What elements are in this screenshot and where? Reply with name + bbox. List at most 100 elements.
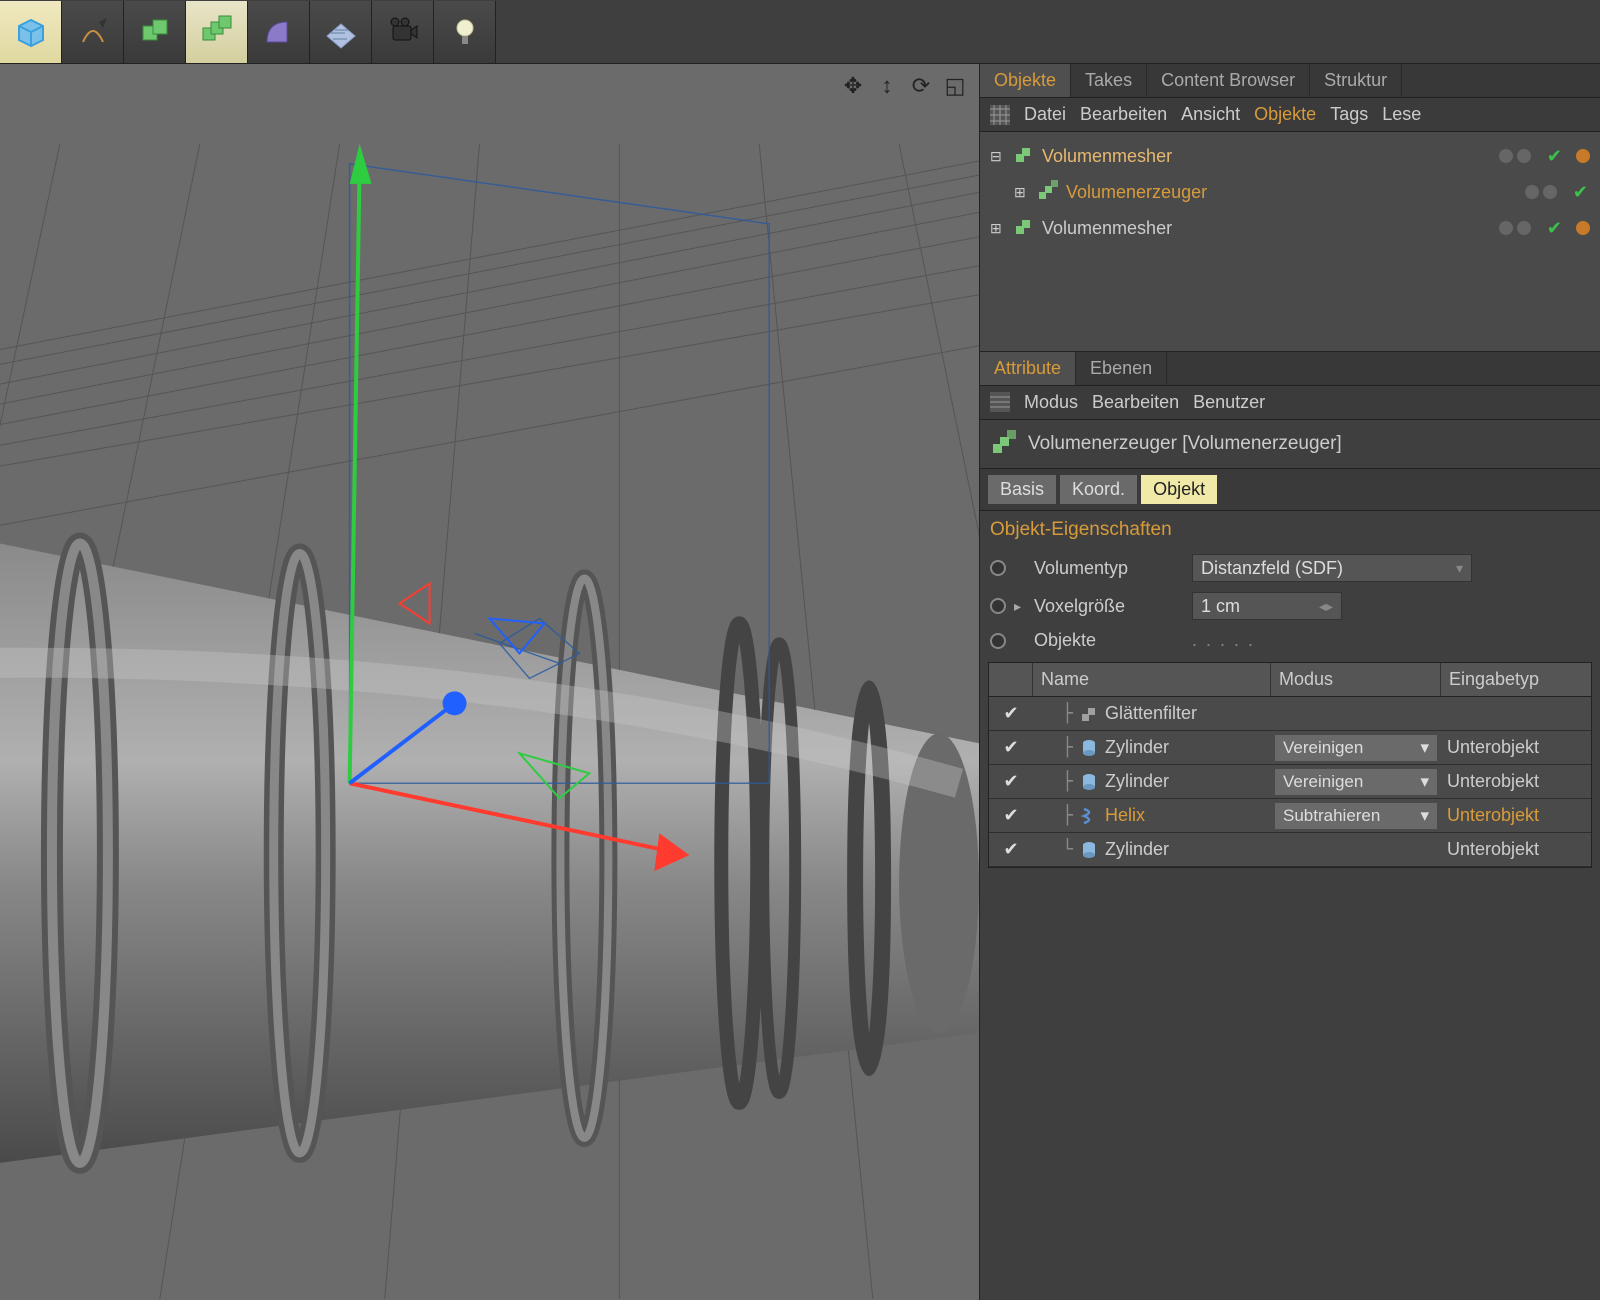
3d-viewport[interactable]: ✥ ↕ ⟳ ◱ [0, 64, 980, 1300]
col-modus[interactable]: Modus [1271, 663, 1441, 696]
volume-mesher-icon [1012, 144, 1036, 168]
menu-lese[interactable]: Lese [1382, 104, 1421, 125]
tree-row-volumenmesher-1[interactable]: ⊟ Volumenmesher ✔ [984, 138, 1596, 174]
attribute-panel: Attribute Ebenen Modus Bearbeiten Benutz… [980, 352, 1600, 1300]
more-dots-icon: . . . . . [1192, 630, 1255, 651]
table-row[interactable]: ✔ ├ Zylinder Vereinigen▾ Unterobjekt [989, 765, 1591, 799]
table-row[interactable]: ✔ ├ Glättenfilter [989, 697, 1591, 731]
volume-builder-icon [1036, 180, 1060, 204]
menu-bearbeiten[interactable]: Bearbeiten [1080, 104, 1167, 125]
right-panel: Objekte Takes Content Browser Struktur D… [980, 64, 1600, 1300]
mode-dropdown[interactable]: Vereinigen▾ [1275, 769, 1437, 795]
tool-camera[interactable] [372, 1, 434, 63]
sect-basis[interactable]: Basis [988, 475, 1056, 504]
col-name[interactable]: Name [1033, 663, 1271, 696]
object-title: Volumenerzeuger [Volumenerzeuger] [1028, 433, 1342, 455]
attr-bearbeiten[interactable]: Bearbeiten [1092, 392, 1179, 413]
tool-array-2[interactable] [186, 1, 248, 63]
tree-row-volumenerzeuger[interactable]: ⊞ Volumenerzeuger ✔ [984, 174, 1596, 210]
prop-volumentyp: Volumentyp Distanzfeld (SDF)▾ [980, 549, 1600, 587]
tool-floor[interactable] [310, 1, 372, 63]
vp-maximize-icon[interactable]: ◱ [941, 72, 969, 100]
cylinder-icon [1079, 772, 1099, 792]
attr-tabs: Attribute Ebenen [980, 352, 1600, 386]
top-toolbar [0, 0, 1600, 64]
section-tabs: Basis Koord. Objekt [980, 469, 1600, 511]
hatch-icon [990, 105, 1010, 125]
tab-struktur[interactable]: Struktur [1310, 64, 1402, 97]
viewport-controls: ✥ ↕ ⟳ ◱ [839, 72, 969, 100]
menu-ansicht[interactable]: Ansicht [1181, 104, 1240, 125]
helix-icon [1079, 806, 1099, 826]
tool-light[interactable] [434, 1, 496, 63]
menu-objekte[interactable]: Objekte [1254, 104, 1316, 125]
attr-submenu: Modus Bearbeiten Benutzer [980, 386, 1600, 420]
tab-objekte[interactable]: Objekte [980, 64, 1071, 97]
tab-content-browser[interactable]: Content Browser [1147, 64, 1310, 97]
vp-rotate-icon[interactable]: ⟳ [907, 72, 935, 100]
prop-label: Objekte [1034, 630, 1184, 651]
panel-tabs: Objekte Takes Content Browser Struktur [980, 64, 1600, 98]
sect-koord[interactable]: Koord. [1060, 475, 1137, 504]
tab-takes[interactable]: Takes [1071, 64, 1147, 97]
tree-label[interactable]: Volumenerzeuger [1066, 182, 1207, 203]
table-row[interactable]: ✔ ├ Zylinder Vereinigen▾ Unterobjekt [989, 731, 1591, 765]
prop-label: Voxelgröße [1034, 596, 1184, 617]
mode-dropdown[interactable]: Subtrahieren▾ [1275, 803, 1437, 829]
tree-label[interactable]: Volumenmesher [1042, 218, 1172, 239]
prop-voxelgroesse: ▸ Voxelgröße 1 cm◂▸ [980, 587, 1600, 625]
row-check-icon[interactable]: ✔ [1003, 737, 1018, 758]
voxel-input[interactable]: 1 cm◂▸ [1192, 592, 1342, 620]
volume-builder-icon [990, 430, 1018, 458]
table-header: Name Modus Eingabetyp [989, 663, 1591, 697]
vp-move-icon[interactable]: ✥ [839, 72, 867, 100]
table-row[interactable]: ✔ └ Zylinder Unterobjekt [989, 833, 1591, 867]
col-eingabetyp[interactable]: Eingabetyp [1441, 663, 1591, 696]
section-title: Objekt-Eigenschaften [980, 511, 1600, 549]
disclosure-icon[interactable]: ▸ [1014, 598, 1026, 615]
anim-radio[interactable] [990, 633, 1006, 649]
vp-zoom-icon[interactable]: ↕ [873, 72, 901, 100]
tree-label[interactable]: Volumenmesher [1042, 146, 1172, 167]
object-menu: Datei Bearbeiten Ansicht Objekte Tags Le… [980, 98, 1600, 132]
row-check-icon[interactable]: ✔ [1003, 771, 1018, 792]
menu-tags[interactable]: Tags [1330, 104, 1368, 125]
tool-array[interactable] [124, 1, 186, 63]
material-tag-icon[interactable] [1576, 221, 1590, 235]
attr-benutzer[interactable]: Benutzer [1193, 392, 1265, 413]
row-check-icon[interactable]: ✔ [1003, 805, 1018, 826]
row-check-icon[interactable]: ✔ [1003, 703, 1018, 724]
tree-row-volumenmesher-2[interactable]: ⊞ Volumenmesher ✔ [984, 210, 1596, 246]
hatch-icon [990, 392, 1010, 412]
mode-dropdown[interactable]: Vereinigen▾ [1275, 735, 1437, 761]
visibility-check-icon[interactable]: ✔ [1573, 182, 1588, 203]
tool-bevel[interactable] [248, 1, 310, 63]
viewport-render [0, 64, 979, 1299]
table-row[interactable]: ✔ ├ Helix Subtrahieren▾ Unterobjekt [989, 799, 1591, 833]
attr-modus[interactable]: Modus [1024, 392, 1078, 413]
tab-attribute[interactable]: Attribute [980, 352, 1076, 385]
volume-mesher-icon [1012, 216, 1036, 240]
visibility-check-icon[interactable]: ✔ [1547, 146, 1562, 167]
tab-ebenen[interactable]: Ebenen [1076, 352, 1167, 385]
anim-radio[interactable] [990, 560, 1006, 576]
expand-icon[interactable]: ⊟ [990, 148, 1006, 165]
volumentyp-dropdown[interactable]: Distanzfeld (SDF)▾ [1192, 554, 1472, 582]
expand-icon[interactable]: ⊞ [1014, 184, 1030, 201]
material-tag-icon[interactable] [1576, 149, 1590, 163]
filter-icon [1079, 704, 1099, 724]
cylinder-icon [1079, 738, 1099, 758]
expand-icon[interactable]: ⊞ [990, 220, 1006, 237]
tool-pen[interactable] [62, 1, 124, 63]
menu-datei[interactable]: Datei [1024, 104, 1066, 125]
row-check-icon[interactable]: ✔ [1003, 839, 1018, 860]
sect-objekt[interactable]: Objekt [1141, 475, 1217, 504]
prop-label: Volumentyp [1034, 558, 1184, 579]
cylinder-icon [1079, 840, 1099, 860]
object-tree[interactable]: ⊟ Volumenmesher ✔ ⊞ Volumenerzeuger ✔ [980, 132, 1600, 352]
visibility-check-icon[interactable]: ✔ [1547, 218, 1562, 239]
prop-objekte: Objekte . . . . . [980, 625, 1600, 656]
object-header: Volumenerzeuger [Volumenerzeuger] [980, 420, 1600, 469]
anim-radio[interactable] [990, 598, 1006, 614]
tool-cube[interactable] [0, 1, 62, 63]
